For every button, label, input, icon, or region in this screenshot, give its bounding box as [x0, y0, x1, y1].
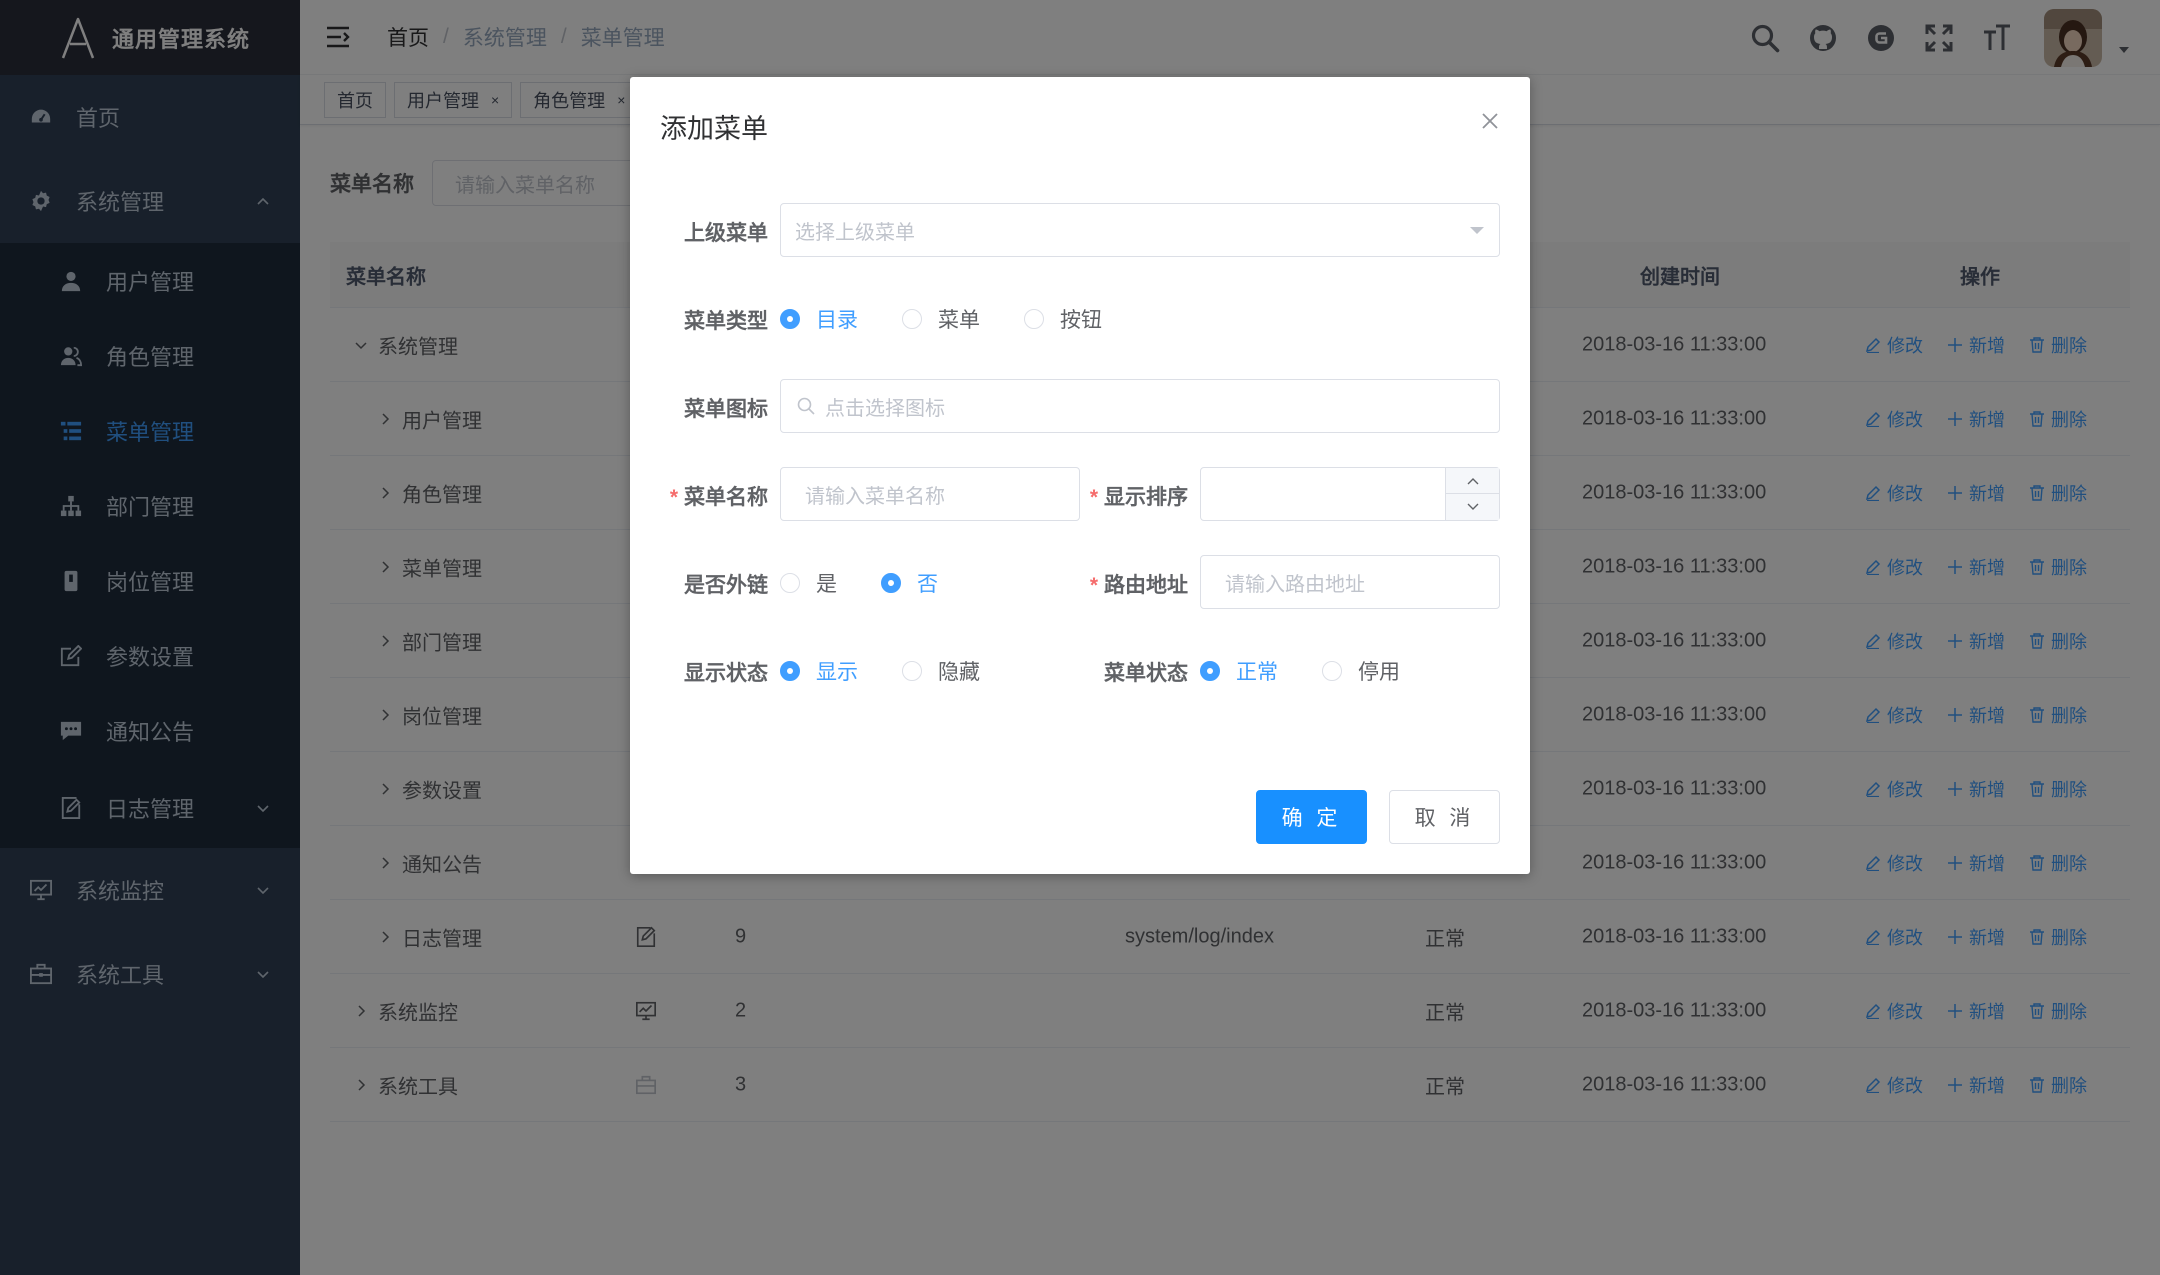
menu-type-radio-directory[interactable]: 目录: [780, 304, 858, 334]
display-order-label: * 显示排序: [1089, 486, 1188, 509]
external-link-label: 是否外链: [684, 574, 768, 597]
menu-name-placeholder: 请输入菜单名称: [805, 485, 945, 508]
search-icon: [797, 397, 815, 415]
radio-circle: [1322, 661, 1342, 681]
menu-name-label: * 菜单名称: [669, 486, 768, 509]
parent-menu-label: 上级菜单: [684, 222, 768, 245]
radio-circle: [881, 573, 901, 593]
menu-name-input[interactable]: 请输入菜单名称: [780, 467, 1080, 521]
stepper-increase[interactable]: [1446, 468, 1499, 494]
chevron-up-icon: [1467, 477, 1478, 484]
menu-icon-label: 菜单图标: [684, 398, 768, 421]
external-radio-yes[interactable]: 是: [780, 568, 837, 598]
radio-circle: [1200, 661, 1220, 681]
radio-circle: [1024, 309, 1044, 329]
external-radio-no[interactable]: 否: [881, 568, 938, 598]
dialog-title: 添加菜单: [660, 114, 768, 144]
close-icon[interactable]: [1480, 111, 1500, 131]
parent-menu-placeholder: 选择上级菜单: [795, 221, 915, 244]
menu-status-label: 菜单状态: [1104, 662, 1188, 685]
menu-type-label: 菜单类型: [684, 310, 768, 333]
menu-icon-input[interactable]: 点击选择图标: [780, 379, 1500, 433]
menu-icon-placeholder: 点击选择图标: [825, 397, 945, 420]
chevron-down-icon: [1467, 503, 1478, 510]
radio-circle: [780, 573, 800, 593]
status-radio-normal[interactable]: 正常: [1200, 656, 1278, 686]
cancel-button[interactable]: 取 消: [1389, 790, 1500, 844]
visible-radio-show[interactable]: 显示: [780, 656, 858, 686]
radio-circle: [902, 661, 922, 681]
menu-type-radio-menu[interactable]: 菜单: [902, 304, 980, 334]
route-path-placeholder: 请输入路由地址: [1225, 573, 1365, 596]
stepper-controls: [1445, 468, 1499, 520]
menu-type-radio-button[interactable]: 按钮: [1024, 304, 1102, 334]
confirm-button[interactable]: 确 定: [1256, 790, 1367, 844]
status-radio-disabled[interactable]: 停用: [1322, 656, 1400, 686]
visible-label: 显示状态: [684, 662, 768, 685]
radio-circle: [780, 309, 800, 329]
display-order-stepper[interactable]: [1200, 467, 1500, 521]
stepper-decrease[interactable]: [1446, 494, 1499, 520]
route-path-input[interactable]: 请输入路由地址: [1200, 555, 1500, 609]
parent-menu-select[interactable]: 选择上级菜单: [780, 203, 1500, 257]
route-path-label: * 路由地址: [1089, 574, 1188, 597]
radio-circle: [780, 661, 800, 681]
radio-circle: [902, 309, 922, 329]
add-menu-dialog: 添加菜单 上级菜单 选择上级菜单 菜单类型 目录 菜单 按钮 菜单图标 点击选择…: [630, 77, 1530, 874]
caret-down-icon: [1470, 227, 1484, 234]
visible-radio-hide[interactable]: 隐藏: [902, 656, 980, 686]
